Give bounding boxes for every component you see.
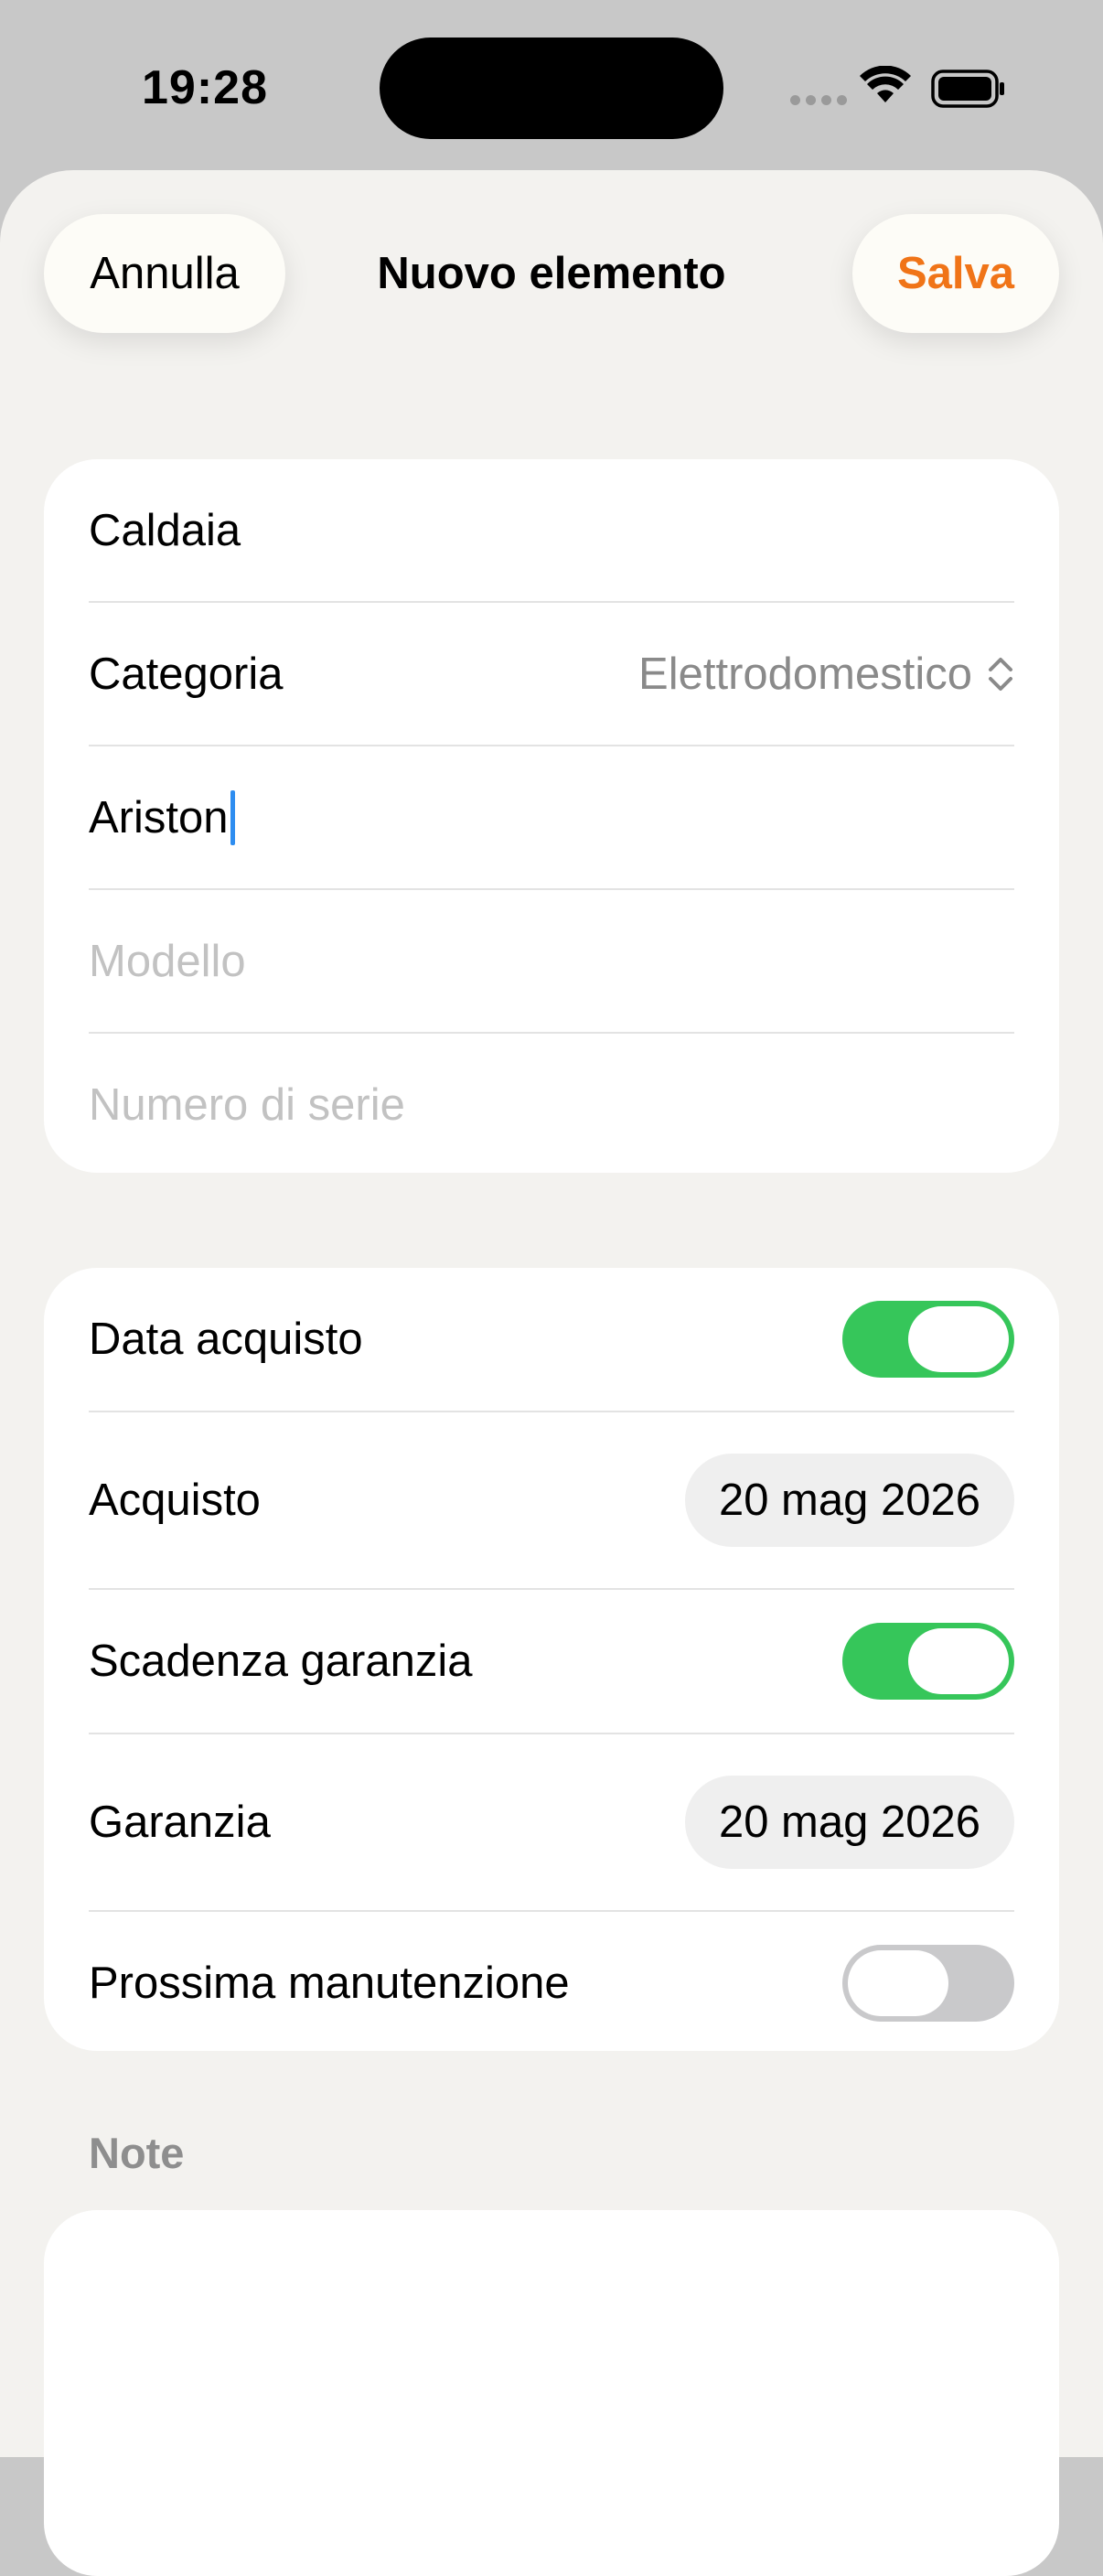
category-picker[interactable]: Categoria Elettrodomestico <box>89 603 1014 745</box>
model-placeholder: Modello <box>89 936 246 986</box>
notes-text-area[interactable] <box>44 2210 1059 2576</box>
battery-icon <box>931 70 1004 108</box>
cancel-button[interactable]: Annulla <box>44 214 285 333</box>
chevron-up-down-icon <box>989 657 1012 691</box>
brand-value: Ariston <box>89 792 229 843</box>
status-bar: 19:28 <box>0 0 1103 174</box>
serial-number-field[interactable]: Numero di serie <box>89 1034 1014 1175</box>
maintenance-toggle-label: Prossima manutenzione <box>89 1959 570 2008</box>
warranty-expiry-row: Scadenza garanzia <box>89 1590 1014 1733</box>
item-details-card: Caldaia Categoria Elettrodomestico Arist… <box>44 459 1059 1173</box>
maintenance-row: Prossima manutenzione <box>89 1912 1014 2055</box>
category-label: Categoria <box>89 649 284 699</box>
category-value: Elettrodomestico <box>638 649 972 699</box>
dates-card: Data acquisto Acquisto 20 mag 2026 Scade… <box>44 1268 1059 2051</box>
page-title: Nuovo elemento <box>377 249 726 298</box>
maintenance-toggle[interactable] <box>842 1945 1014 2022</box>
name-value: Caldaia <box>89 505 241 555</box>
status-time: 19:28 <box>142 61 268 114</box>
text-cursor <box>230 789 235 845</box>
new-item-sheet: Annulla Nuovo elemento Salva Caldaia Cat… <box>0 170 1103 2576</box>
warranty-toggle[interactable] <box>842 1623 1014 1700</box>
dynamic-island <box>380 38 723 139</box>
model-field[interactable]: Modello <box>89 890 1014 1032</box>
cellular-dots-icon <box>790 95 847 105</box>
purchase-date-picker[interactable]: 20 mag 2026 <box>684 1454 1014 1547</box>
purchase-row: Acquisto 20 mag 2026 <box>89 1412 1014 1588</box>
purchase-label: Acquisto <box>89 1476 261 1525</box>
save-button[interactable]: Salva <box>852 214 1059 333</box>
warranty-row: Garanzia 20 mag 2026 <box>89 1734 1014 1910</box>
purchase-date-toggle[interactable] <box>842 1301 1014 1378</box>
notes-header: Note <box>89 2129 185 2177</box>
wifi-icon <box>860 66 911 102</box>
purchase-date-toggle-label: Data acquisto <box>89 1315 363 1364</box>
serial-number-placeholder: Numero di serie <box>89 1079 405 1130</box>
warranty-toggle-label: Scadenza garanzia <box>89 1637 473 1686</box>
warranty-label: Garanzia <box>89 1798 271 1847</box>
brand-field[interactable]: Ariston <box>89 746 1014 888</box>
name-field[interactable]: Caldaia <box>89 459 1014 601</box>
warranty-date-picker[interactable]: 20 mag 2026 <box>684 1776 1014 1869</box>
purchase-date-row: Data acquisto <box>89 1268 1014 1411</box>
